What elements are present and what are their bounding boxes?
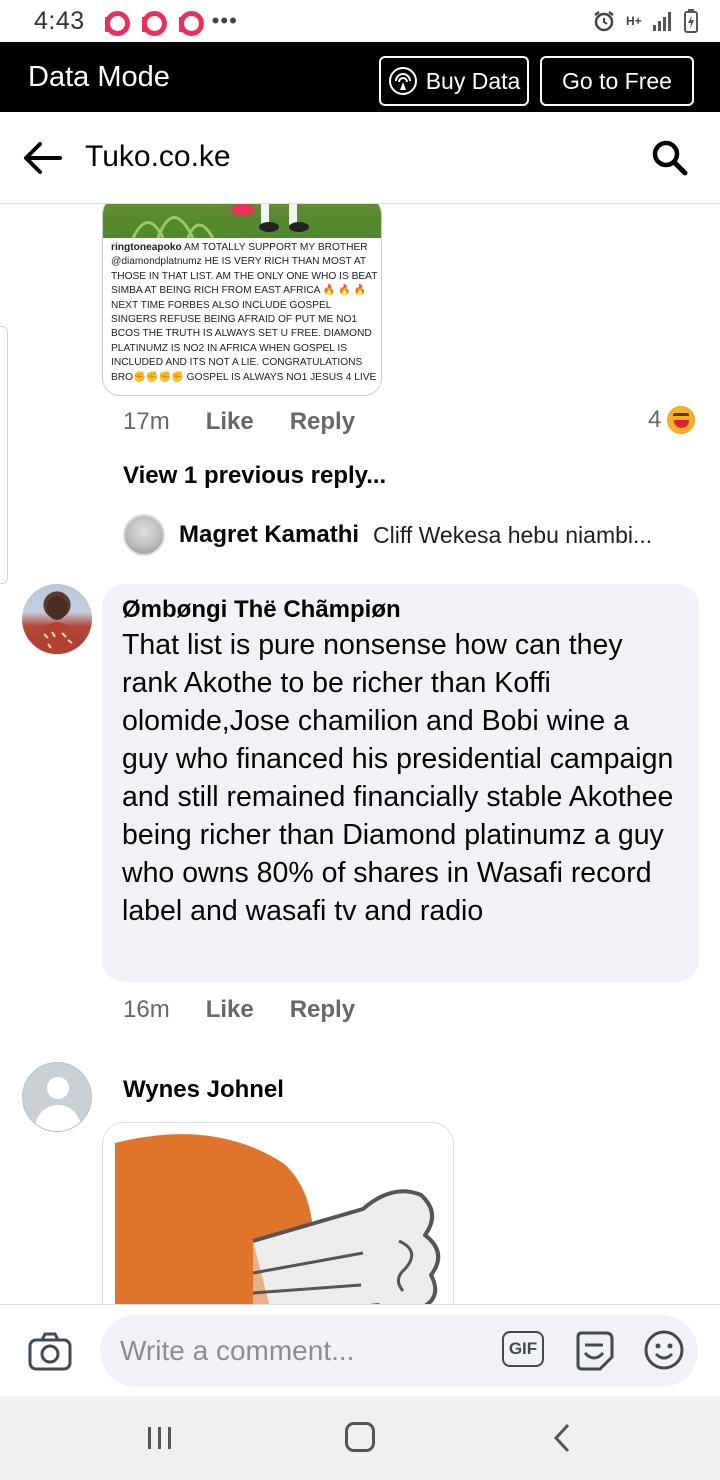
image-username: ringtoneapoko (111, 242, 182, 253)
recent-apps-button[interactable] (146, 1424, 174, 1457)
comments-list: ringtoneapoko AM TOTALLY SUPPORT MY BROT… (0, 204, 720, 1304)
comment-time: 16m (123, 996, 170, 1023)
avatar[interactable] (22, 1062, 92, 1132)
thread-line (0, 326, 8, 584)
laugh-reaction-icon (667, 406, 696, 434)
reply-preview[interactable]: Magret Kamathi Cliff Wekesa hebu niambi.… (123, 514, 703, 556)
gif-button[interactable]: GIF (502, 1331, 544, 1367)
status-time: 4:43 (34, 6, 85, 35)
reply-author-name: Magret Kamathi (179, 521, 360, 548)
like-button[interactable]: Like (206, 996, 254, 1024)
search-button[interactable] (650, 138, 692, 180)
reaction-count: 4 (648, 406, 662, 433)
buy-data-label: Buy Data (425, 67, 521, 94)
camera-button[interactable] (28, 1331, 72, 1376)
sticker-image (115, 1134, 441, 1304)
image-caption: ringtoneapoko AM TOTALLY SUPPORT MY BROT… (111, 241, 379, 385)
comment-actions: 16m Like Reply (123, 996, 355, 1024)
nav-back-icon (553, 1423, 570, 1453)
network-type: H+ (626, 13, 642, 28)
buy-data-button[interactable]: Buy Data (379, 56, 529, 106)
like-button[interactable]: Like (206, 408, 254, 436)
nav-back-button[interactable] (552, 1422, 572, 1459)
pocket-icon (177, 10, 204, 36)
more-notifications-icon: ••• (211, 8, 238, 33)
search-icon (652, 140, 688, 176)
sticker-icon (576, 1331, 614, 1371)
comment-composer: GIF (0, 1304, 720, 1396)
pocket-icon (103, 10, 130, 36)
reply-snippet: Cliff Wekesa hebu niambi... (373, 521, 653, 548)
comment-sticker[interactable] (102, 1122, 454, 1304)
comment-image-attachment[interactable]: ringtoneapoko AM TOTALLY SUPPORT MY BROT… (102, 204, 382, 396)
notification-icons (103, 10, 204, 36)
alarm-icon (594, 11, 614, 32)
system-nav-bar (0, 1396, 720, 1480)
comment-author-name[interactable]: Ømbøngi Thë Chãmpiøn (122, 596, 679, 624)
comment-time: 17m (123, 408, 170, 435)
back-button[interactable] (20, 138, 64, 178)
reply-button[interactable]: Reply (290, 996, 355, 1024)
status-bar: 4:43 ••• H+ (0, 0, 720, 42)
data-mode-bar: Data Mode Buy Data Go to Free (0, 42, 720, 112)
comment-actions: 17m Like Reply (123, 408, 355, 436)
emoji-button[interactable] (643, 1329, 685, 1376)
avatar (123, 514, 165, 556)
recent-apps-icon (148, 1427, 171, 1449)
signal-icon (653, 12, 671, 31)
page-header: Tuko.co.ke (0, 112, 720, 204)
go-to-free-button[interactable]: Go to Free (540, 56, 694, 106)
view-previous-replies-link[interactable]: View 1 previous reply... (123, 462, 386, 490)
image-caption-text: AM TOTALLY SUPPORT MY BROTHER @diamondpl… (111, 242, 378, 383)
comment-author-name[interactable]: Wynes Johnel (123, 1076, 284, 1104)
comment-bubble[interactable]: Ømbøngi Thë Chãmpiøn That list is pure n… (102, 584, 699, 982)
comment-text: That list is pure nonsense how can they … (122, 629, 674, 927)
page-title: Tuko.co.ke (85, 140, 231, 173)
camera-icon (28, 1332, 72, 1371)
back-arrow-icon (24, 142, 62, 174)
sticker-button[interactable] (572, 1329, 616, 1378)
gif-icon: GIF (508, 1339, 538, 1358)
emoji-icon (644, 1330, 684, 1370)
go-to-free-label: Go to Free (562, 67, 672, 94)
pocket-icon (140, 10, 167, 36)
image-photo-strip (103, 204, 381, 239)
home-icon[interactable] (345, 1422, 375, 1452)
status-indicators: H+ (592, 9, 698, 33)
reaction-summary[interactable]: 4 (648, 406, 696, 434)
buy-data-icon (388, 67, 417, 95)
data-mode-title: Data Mode (28, 60, 170, 93)
battery-icon (684, 9, 698, 33)
reply-button[interactable]: Reply (290, 408, 355, 436)
avatar[interactable] (22, 584, 92, 654)
